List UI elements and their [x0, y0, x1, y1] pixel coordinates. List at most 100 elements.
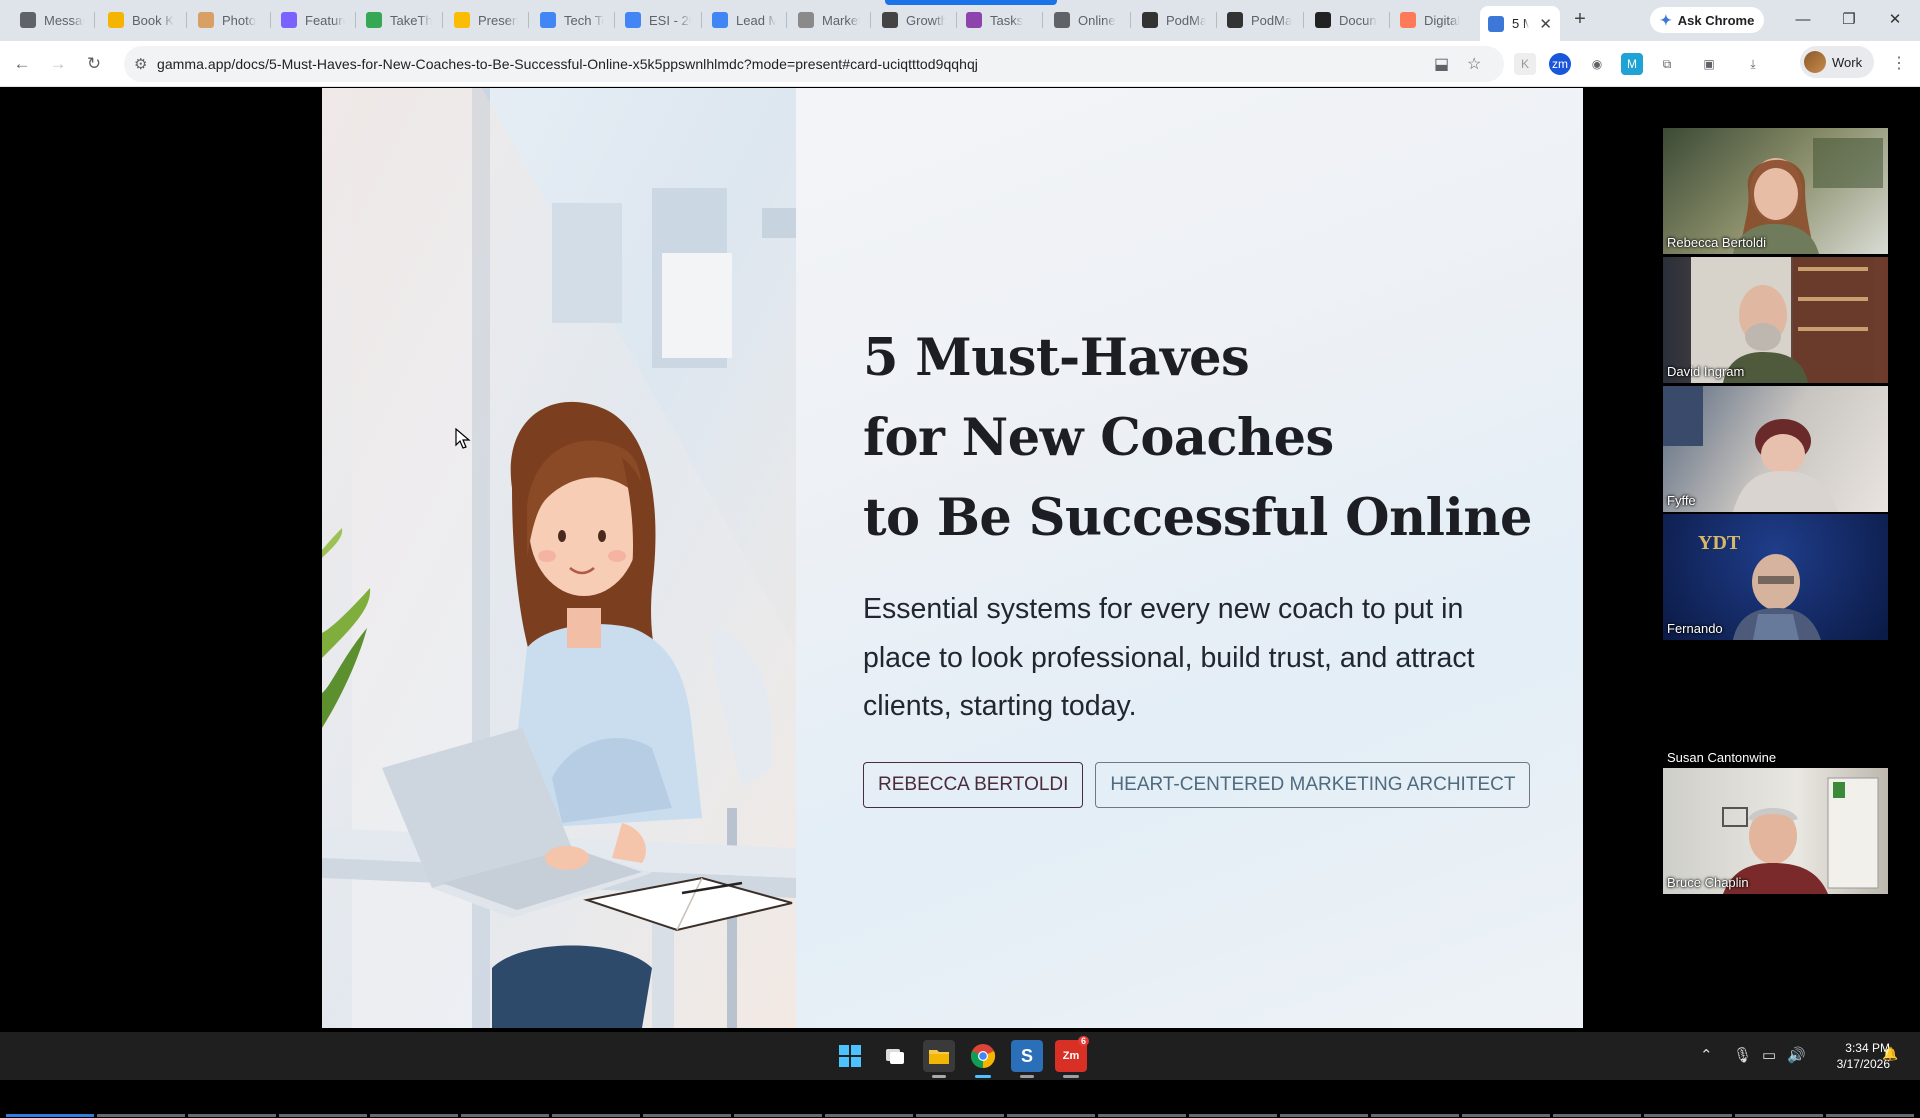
progress-segment[interactable] [916, 1114, 1004, 1117]
browser-tab[interactable]: Docun [1307, 6, 1387, 34]
progress-segment[interactable] [1735, 1114, 1823, 1117]
close-window-icon[interactable]: ✕ [1872, 5, 1918, 35]
participant-tile[interactable]: Fyffe [1663, 386, 1888, 512]
browser-tab[interactable]: Feature [273, 6, 353, 34]
browser-tab[interactable]: ESI - 20 [617, 6, 699, 34]
kebab-menu-icon[interactable]: ⋮ [1888, 53, 1910, 75]
b-icon [108, 12, 124, 28]
participant-tile[interactable]: Susan Cantonwine [1663, 643, 1888, 769]
browser-tab[interactable]: TakeTh [358, 6, 440, 34]
progress-segment[interactable] [1371, 1114, 1459, 1117]
progress-segment[interactable] [1007, 1114, 1095, 1117]
browser-tab[interactable]: Photo [190, 6, 268, 34]
zoom-app-icon[interactable]: Zm 6 [1055, 1036, 1089, 1072]
title-line-2: for New Coaches [863, 408, 1334, 468]
presenter-role-tag[interactable]: HEART-CENTERED MARKETING ARCHITECT [1095, 762, 1531, 808]
file-explorer-icon[interactable] [923, 1040, 955, 1072]
profile-button[interactable]: Work [1800, 46, 1875, 78]
browser-tab[interactable]: Tasks [958, 6, 1040, 34]
notification-badge: 6 [1077, 1036, 1089, 1046]
svg-text:YDT: YDT [1698, 532, 1741, 554]
install-app-icon[interactable]: ⬓ [1434, 54, 1449, 74]
page-icon [798, 12, 814, 28]
progress-segment[interactable] [643, 1114, 731, 1117]
address-bar[interactable]: ⚙ gamma.app/docs/5-Must-Haves-for-New-Co… [124, 46, 1504, 82]
site-info-icon[interactable]: ⚙ [134, 55, 147, 73]
close-tab-icon[interactable]: ✕ [1539, 15, 1552, 33]
progress-segment[interactable] [1462, 1114, 1550, 1117]
browser-tab[interactable]: Online [1046, 6, 1128, 34]
drive-icon [454, 12, 470, 28]
browser-tab[interactable]: PodMa [1219, 6, 1301, 34]
participant-name: Bruce Chaplin [1667, 875, 1749, 890]
docu-icon [1315, 12, 1331, 28]
tray-overflow-icon[interactable]: ⌃ [1700, 1046, 1713, 1064]
progress-segment[interactable] [97, 1114, 185, 1117]
reload-icon[interactable]: ↻ [80, 50, 108, 78]
browser-tab[interactable]: Market [790, 6, 868, 34]
minimize-icon[interactable]: — [1780, 5, 1826, 35]
participant-tile[interactable]: David Ingram [1663, 257, 1888, 383]
progress-segment[interactable] [1098, 1114, 1186, 1117]
extensions-puzzle-icon[interactable]: ⧉ [1656, 53, 1678, 75]
participant-tile[interactable]: YDT Fernando [1663, 514, 1888, 640]
notifications-icon[interactable]: 🔔 [1882, 1046, 1898, 1062]
progress-segment[interactable] [461, 1114, 549, 1117]
browser-tab[interactable]: 5 M ✕ [1480, 6, 1560, 41]
browser-tab[interactable]: Lead M [704, 6, 784, 34]
browser-tab[interactable]: Digital [1392, 6, 1474, 34]
progress-segment[interactable] [1826, 1114, 1914, 1117]
download-icon[interactable]: ⤓ [1742, 53, 1764, 75]
progress-segment[interactable] [552, 1114, 640, 1117]
participant-tile[interactable]: Bruce Chaplin [1663, 768, 1888, 894]
ask-chrome-button[interactable]: ✦ Ask Chrome [1650, 7, 1765, 33]
zoom-extension-icon[interactable]: zm [1549, 53, 1571, 75]
browser-tab[interactable]: Tech Tc [532, 6, 612, 34]
progress-segment[interactable] [1189, 1114, 1277, 1117]
woman-laptop-illustration [322, 88, 796, 1028]
url-text[interactable]: gamma.app/docs/5-Must-Haves-for-New-Coac… [157, 56, 978, 72]
browser-tab[interactable]: PodMa [1134, 6, 1214, 34]
browser-tab[interactable]: Messag [12, 6, 92, 34]
tab-label: Growth [906, 12, 946, 28]
progress-segment[interactable] [1280, 1114, 1368, 1117]
docs-icon [625, 12, 641, 28]
browser-tab[interactable]: Present [446, 6, 526, 34]
slide-subtitle: Essential systems for every new coach to… [863, 593, 1475, 722]
progress-segment[interactable] [734, 1114, 822, 1117]
m-extension-icon[interactable]: M [1621, 53, 1643, 75]
s-app-icon[interactable]: S [1011, 1040, 1043, 1072]
slide-title: 5 Must-Haves for New Coaches to Be Succe… [863, 318, 1543, 558]
browser-tab[interactable]: Book K [100, 6, 184, 34]
bookmark-star-icon[interactable]: ☆ [1467, 54, 1481, 74]
extension-k-icon[interactable]: K [1514, 53, 1536, 75]
microphone-icon[interactable]: 🎙 [1733, 1046, 1752, 1064]
slide-progress-bar[interactable] [6, 1114, 1914, 1118]
tab-divider [614, 12, 615, 28]
audio-extension-icon[interactable]: ◉ [1586, 53, 1608, 75]
progress-segment[interactable] [279, 1114, 367, 1117]
back-icon[interactable]: ← [8, 50, 36, 78]
system-clock[interactable]: 3:34 PM 3/17/2026 [1816, 1040, 1890, 1072]
progress-segment[interactable] [370, 1114, 458, 1117]
network-icon[interactable]: ▭ [1762, 1046, 1776, 1064]
volume-icon[interactable]: 🔊 [1787, 1046, 1806, 1064]
split-view-icon[interactable]: ▣ [1698, 53, 1720, 75]
participant-name: David Ingram [1667, 364, 1745, 379]
task-view-icon[interactable] [879, 1040, 911, 1072]
chrome-icon[interactable] [967, 1040, 999, 1072]
windows-start-icon[interactable] [834, 1040, 866, 1072]
progress-segment[interactable] [1553, 1114, 1641, 1117]
participant-tile[interactable]: Rebecca Bertoldi [1663, 128, 1888, 254]
browser-tab[interactable]: Growth [874, 6, 954, 34]
new-tab-button[interactable]: + [1568, 8, 1592, 32]
participant-name: Susan Cantonwine [1667, 750, 1777, 765]
tab-divider [1042, 12, 1043, 28]
progress-segment[interactable] [6, 1114, 94, 1117]
presenter-name-tag[interactable]: REBECCA BERTOLDI [863, 762, 1084, 808]
progress-segment[interactable] [825, 1114, 913, 1117]
restore-icon[interactable]: ❐ [1826, 5, 1872, 35]
progress-segment[interactable] [1644, 1114, 1732, 1117]
forward-icon[interactable]: → [44, 50, 72, 78]
progress-segment[interactable] [188, 1114, 276, 1117]
